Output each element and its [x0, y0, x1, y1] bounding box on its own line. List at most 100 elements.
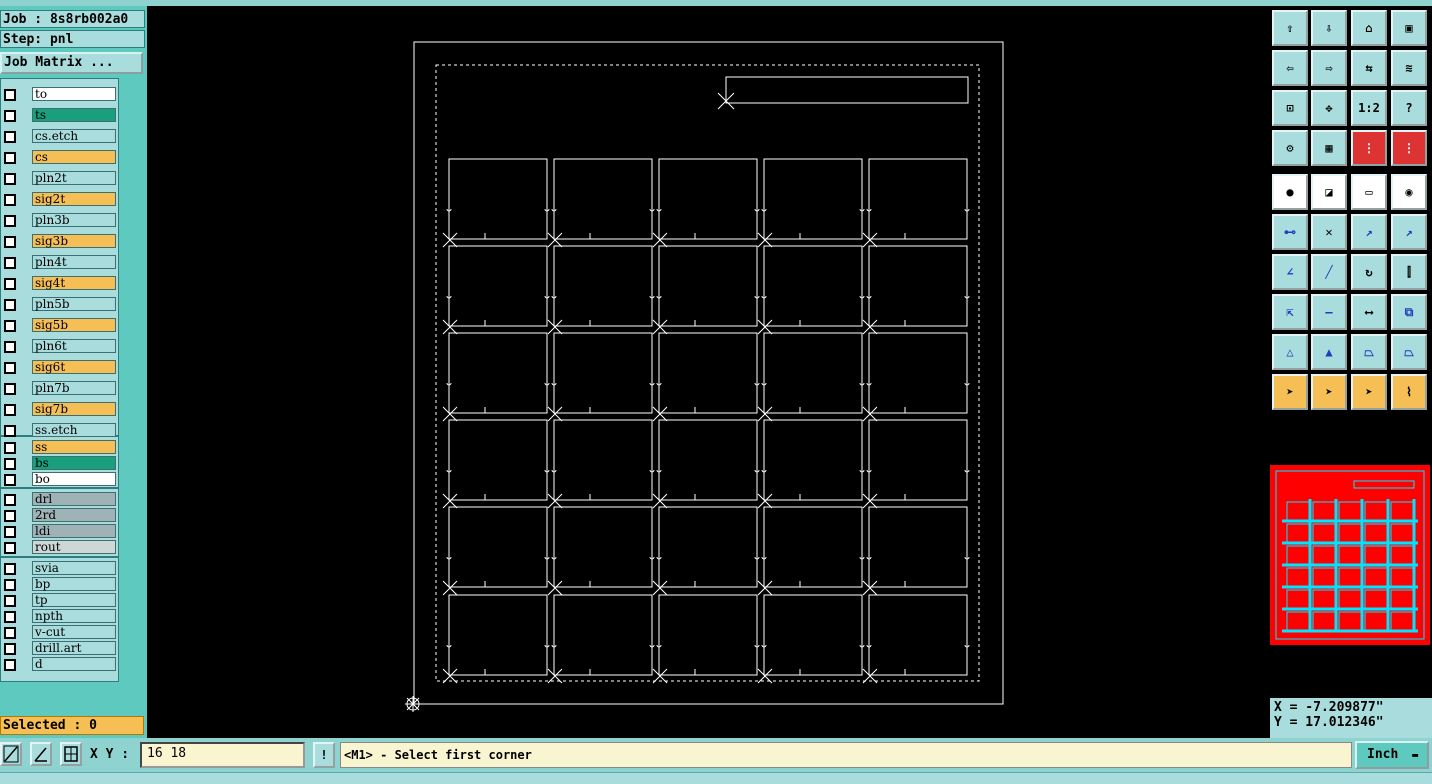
overview-map[interactable]	[1270, 465, 1430, 645]
layer-row[interactable]: cs.etch	[1, 129, 118, 144]
trapezoid-button[interactable]: ⏢	[1351, 334, 1387, 370]
graphics-canvas[interactable]	[147, 6, 1268, 738]
pad-button[interactable]: ◉	[1391, 174, 1427, 210]
layer-row[interactable]: v-cut	[1, 625, 118, 640]
layer-up-button[interactable]: ⇧	[1272, 10, 1308, 46]
layer-name[interactable]: pln6t	[32, 339, 116, 353]
pointer-edit-button[interactable]: ➤	[1351, 374, 1387, 410]
layer-name[interactable]: pln4t	[32, 255, 116, 269]
layer-checkbox[interactable]	[4, 236, 16, 248]
redraw-button[interactable]: ≋	[1391, 50, 1427, 86]
job-matrix-button[interactable]: Job Matrix ...	[0, 52, 143, 74]
snap-button[interactable]: ↗	[1351, 214, 1387, 250]
layer-row[interactable]: pln3b	[1, 213, 118, 228]
xy-input[interactable]: 16 18	[140, 742, 305, 768]
units-dropdown[interactable]: Inch ▬	[1355, 741, 1429, 769]
layer-name[interactable]: ts	[32, 108, 116, 122]
layer-checkbox[interactable]	[4, 278, 16, 290]
layer-row[interactable]: sig7b	[1, 402, 118, 417]
layer-name[interactable]: rout	[32, 540, 116, 554]
window-button[interactable]: ▣	[1391, 10, 1427, 46]
layer-row[interactable]: pln2t	[1, 171, 118, 186]
layer-row[interactable]: to	[1, 87, 118, 102]
layer-name[interactable]: 2rd	[32, 508, 116, 522]
layer-row[interactable]: svia	[1, 561, 118, 576]
layer-checkbox[interactable]	[4, 194, 16, 206]
layer-checkbox[interactable]	[4, 89, 16, 101]
layer-name[interactable]: pln7b	[32, 381, 116, 395]
layer-name[interactable]: sig6t	[32, 360, 116, 374]
layer-row[interactable]: pln6t	[1, 339, 118, 354]
triangle-button[interactable]: ▲	[1311, 334, 1347, 370]
layer-checkbox[interactable]	[4, 383, 16, 395]
layer-name[interactable]: drill.art	[32, 641, 116, 655]
layer-row[interactable]: drl	[1, 492, 118, 507]
line-button[interactable]: ╱	[1311, 254, 1347, 290]
layer-checkbox[interactable]	[4, 458, 16, 470]
ruler-button[interactable]: ▭	[1351, 174, 1387, 210]
layer-row[interactable]: bp	[1, 577, 118, 592]
angle-button[interactable]: ∠	[1272, 254, 1308, 290]
move-button[interactable]: ⇱	[1272, 294, 1308, 330]
rotate-button[interactable]: ↻	[1351, 254, 1387, 290]
zoom-fit-button[interactable]: ⊡	[1272, 90, 1308, 126]
layer-name[interactable]: pln2t	[32, 171, 116, 185]
layer-checkbox[interactable]	[4, 341, 16, 353]
layer-checkbox[interactable]	[4, 563, 16, 575]
triangle-small-button[interactable]: △	[1272, 334, 1308, 370]
layer-name[interactable]: ldi	[32, 524, 116, 538]
layer-name[interactable]: pln5b	[32, 297, 116, 311]
layer-checkbox[interactable]	[4, 526, 16, 538]
layer-name[interactable]: tp	[32, 593, 116, 607]
layer-row[interactable]: ss	[1, 440, 118, 455]
layer-row[interactable]: sig3b	[1, 234, 118, 249]
layer-checkbox[interactable]	[4, 110, 16, 122]
layer-name[interactable]: pln3b	[32, 213, 116, 227]
layer-row[interactable]: pln5b	[1, 297, 118, 312]
layer-row[interactable]: pln4t	[1, 255, 118, 270]
layer-checkbox[interactable]	[4, 257, 16, 269]
connect-button[interactable]: ⊷	[1272, 214, 1308, 250]
layer-row[interactable]: sig6t	[1, 360, 118, 375]
net-compare-button[interactable]: ⋮	[1391, 130, 1427, 166]
angle-mode-icon[interactable]	[30, 742, 52, 766]
layer-checkbox[interactable]	[4, 362, 16, 374]
grid-button[interactable]: ▦	[1311, 130, 1347, 166]
layer-name[interactable]: sig4t	[32, 276, 116, 290]
layer-checkbox[interactable]	[4, 510, 16, 522]
layer-name[interactable]: cs.etch	[32, 129, 116, 143]
layer-name[interactable]: d	[32, 657, 116, 671]
layer-name[interactable]: sig3b	[32, 234, 116, 248]
fill-button[interactable]: ●	[1272, 174, 1308, 210]
layer-checkbox[interactable]	[4, 579, 16, 591]
outline-button[interactable]: ◪	[1311, 174, 1347, 210]
layer-name[interactable]: bp	[32, 577, 116, 591]
layer-row[interactable]: pln7b	[1, 381, 118, 396]
layer-row[interactable]: rout	[1, 540, 118, 555]
swap-button[interactable]: ⇆	[1351, 50, 1387, 86]
trapezoid-line-button[interactable]: ⏢	[1391, 334, 1427, 370]
layer-row[interactable]: ss.etch	[1, 423, 118, 438]
layer-name[interactable]: v-cut	[32, 625, 116, 639]
layer-name[interactable]: drl	[32, 492, 116, 506]
copy-button[interactable]: ⧉	[1391, 294, 1427, 330]
layer-checkbox[interactable]	[4, 595, 16, 607]
layer-row[interactable]: bs	[1, 456, 118, 471]
layer-row[interactable]: bo	[1, 472, 118, 487]
layer-row[interactable]: 2rd	[1, 508, 118, 523]
layer-name[interactable]: svia	[32, 561, 116, 575]
layer-row[interactable]: ldi	[1, 524, 118, 539]
layer-row[interactable]: sig5b	[1, 318, 118, 333]
pointer-select-button[interactable]: ➤	[1311, 374, 1347, 410]
layer-checkbox[interactable]	[4, 474, 16, 486]
layer-checkbox[interactable]	[4, 542, 16, 554]
left-button[interactable]: ⇦	[1272, 50, 1308, 86]
layer-row[interactable]: d	[1, 657, 118, 672]
layer-checkbox[interactable]	[4, 643, 16, 655]
layer-checkbox[interactable]	[4, 627, 16, 639]
layer-name[interactable]: sig2t	[32, 192, 116, 206]
cross-button[interactable]: ✕	[1311, 214, 1347, 250]
tool-button[interactable]: ⚙	[1272, 130, 1308, 166]
measure-button[interactable]: ⟷	[1351, 294, 1387, 330]
route-button[interactable]: ⌇	[1391, 374, 1427, 410]
